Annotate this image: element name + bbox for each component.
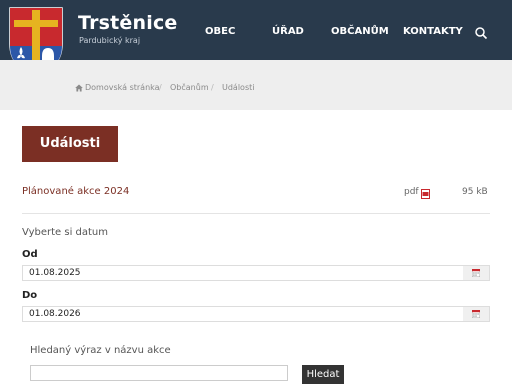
site-subtitle: Pardubický kraj (79, 36, 141, 45)
page-heading-box: Události (22, 126, 118, 162)
breadcrumb-obcanum[interactable]: Občanům (170, 83, 209, 92)
search-term-input[interactable] (30, 365, 288, 381)
document-type: pdf (404, 187, 419, 197)
breadcrumb: Domovská stránka / Občanům / Události (0, 60, 512, 110)
search-term-label: Hledaný výraz v názvu akce (30, 345, 171, 356)
from-date-value: 01.08.2025 (29, 268, 81, 278)
date-prompt: Vyberte si datum (22, 227, 108, 238)
divider (22, 213, 490, 214)
to-date-input[interactable]: 01.08.2026 (22, 306, 490, 322)
to-calendar-button[interactable] (463, 307, 489, 321)
site-title[interactable]: Trstěnice (78, 12, 178, 34)
site-header: Trstěnice Pardubický kraj OBEC ÚŘAD OBČA… (0, 0, 512, 75)
pdf-icon (421, 189, 430, 199)
from-date-input[interactable]: 01.08.2025 (22, 265, 490, 281)
document-link[interactable]: Plánované akce 2024 (22, 186, 129, 197)
breadcrumb-separator: / (159, 83, 162, 92)
search-submit-button[interactable]: Hledat (302, 365, 344, 384)
document-size: 95 kB (462, 187, 488, 197)
calendar-icon (472, 269, 480, 277)
page-title: Události (39, 136, 101, 151)
from-label: Od (22, 249, 38, 260)
to-label: Do (22, 290, 38, 301)
home-icon (75, 84, 83, 92)
calendar-icon (472, 310, 480, 318)
breadcrumb-home[interactable]: Domovská stránka (85, 83, 160, 92)
nav-item-obcanum[interactable]: OBČANŮM (331, 26, 389, 37)
search-icon[interactable] (474, 26, 488, 40)
to-date-value: 01.08.2026 (29, 309, 81, 319)
from-calendar-button[interactable] (463, 266, 489, 280)
nav-item-obec[interactable]: OBEC (205, 26, 235, 37)
breadcrumb-separator: / (211, 83, 214, 92)
breadcrumb-current: Události (222, 83, 255, 92)
nav-item-kontakty[interactable]: KONTAKTY (403, 26, 463, 37)
nav-item-urad[interactable]: ÚŘAD (272, 26, 304, 37)
